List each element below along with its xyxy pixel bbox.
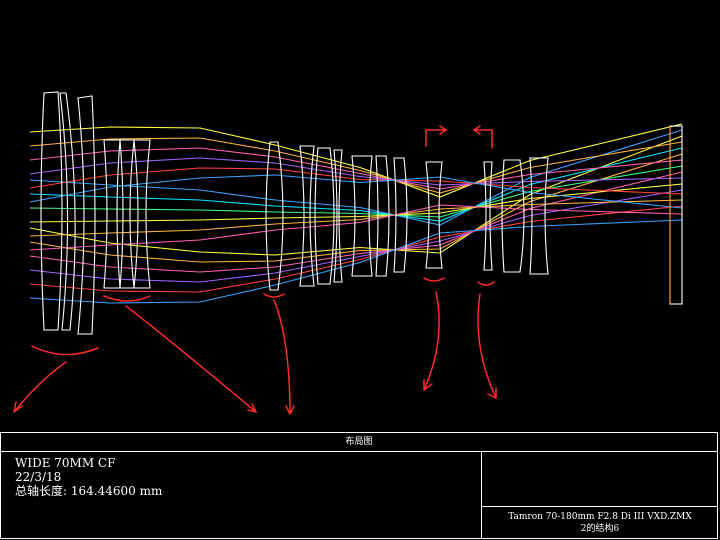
file-name: Tamron 70-180mm F2.8 Di III VXD.ZMX (508, 512, 692, 522)
axis-length-value: 164.44600 mm (70, 484, 163, 498)
title-block-file-info: Tamron 70-180mm F2.8 Di III VXD.ZMX 2的结构… (482, 511, 718, 535)
configuration-label: 2的结构6 (580, 524, 620, 534)
title-block-divider-horizontal (481, 506, 718, 507)
title-block-info: WIDE 70MM CF 22/3/18 总轴长度: 164.44600 mm (15, 456, 162, 498)
axis-length-label: 总轴长度: (15, 484, 68, 498)
date-label: 22/3/18 (15, 470, 62, 484)
title-block: 布局图 WIDE 70MM CF 22/3/18 总轴长度: 164.44600… (0, 432, 718, 539)
lens-layout-diagram (0, 0, 720, 432)
title-block-header: 布局图 (1, 433, 717, 452)
axis-length: 总轴长度: 164.44600 mm (15, 484, 162, 498)
config-name: WIDE 70MM CF (15, 456, 116, 470)
